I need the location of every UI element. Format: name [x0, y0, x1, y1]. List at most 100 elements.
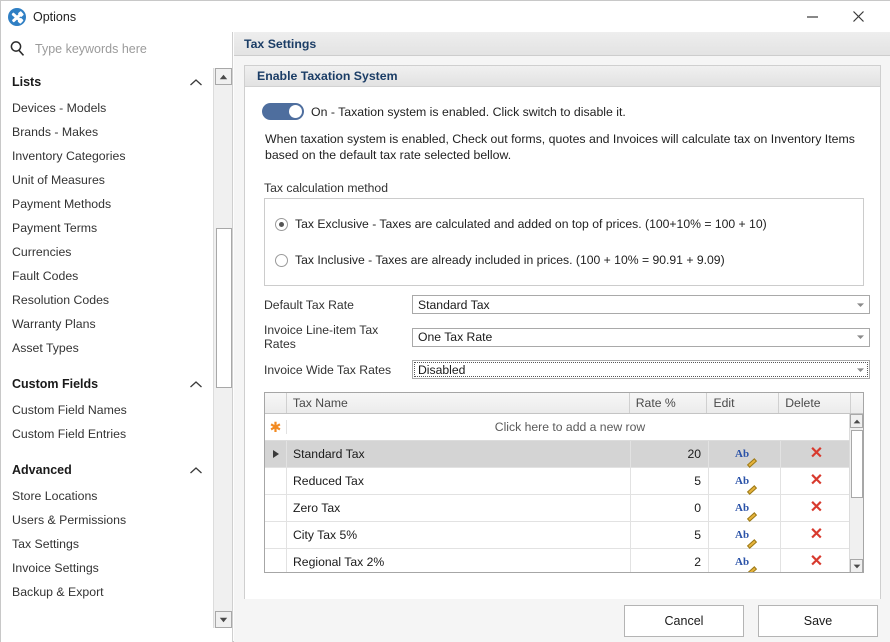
- rename-icon[interactable]: Ab: [709, 467, 781, 495]
- sidebar: Lists Devices - Models Brands - Makes In…: [1, 32, 233, 642]
- sidebar-group-label: Custom Fields: [12, 377, 99, 391]
- sidebar-item-label: Unit of Measures: [12, 173, 105, 187]
- sidebar-item-label: Brands - Makes: [12, 125, 99, 139]
- chevron-up-icon[interactable]: [189, 78, 203, 87]
- sidebar-item-label: Payment Methods: [12, 197, 112, 211]
- search-input[interactable]: [35, 41, 205, 56]
- chevron-up-icon[interactable]: [189, 466, 203, 475]
- table-row[interactable]: Regional Tax 2% 2 Ab ✕: [265, 548, 863, 572]
- cell-rate: 20: [631, 440, 709, 468]
- grid-header-end: [851, 393, 863, 413]
- dropdown-value: Disabled: [418, 362, 466, 377]
- close-button[interactable]: [835, 1, 881, 32]
- table-row[interactable]: Standard Tax 20 Ab ✕: [265, 440, 863, 468]
- cancel-button[interactable]: Cancel: [624, 605, 744, 637]
- table-row[interactable]: City Tax 5% 5 Ab ✕: [265, 521, 863, 549]
- sidebar-item-tax-settings[interactable]: Tax Settings: [1, 532, 213, 556]
- radio-row-tax-inclusive[interactable]: Tax Inclusive - Taxes are already includ…: [265, 253, 863, 267]
- dropdown-row-invoice-line-item-tax-rates: Invoice Line-item Tax Rates One Tax Rate: [264, 323, 880, 351]
- grid-scroll-thumb[interactable]: [851, 430, 863, 498]
- sidebar-item-unit-of-measures[interactable]: Unit of Measures: [1, 168, 213, 192]
- delete-x-icon[interactable]: ✕: [781, 548, 853, 572]
- save-button[interactable]: Save: [758, 605, 878, 637]
- sidebar-item-store-locations[interactable]: Store Locations: [1, 484, 213, 508]
- sidebar-item-users-permissions[interactable]: Users & Permissions: [1, 508, 213, 532]
- toggle-knob: [289, 105, 302, 118]
- sidebar-item-payment-terms[interactable]: Payment Terms: [1, 216, 213, 240]
- sidebar-group-custom-fields[interactable]: Custom Fields: [1, 370, 213, 398]
- taxation-toggle[interactable]: [262, 103, 304, 120]
- scroll-up-icon[interactable]: [215, 68, 232, 85]
- scroll-up-icon[interactable]: [850, 414, 863, 428]
- grid-header-indicator: [265, 393, 287, 413]
- delete-x-icon[interactable]: ✕: [781, 440, 853, 468]
- sidebar-item-custom-field-entries[interactable]: Custom Field Entries: [1, 422, 213, 446]
- taxation-toggle-label: On - Taxation system is enabled. Click s…: [311, 104, 626, 119]
- invoice-wide-tax-rates-dropdown[interactable]: Disabled: [412, 360, 870, 379]
- delete-x-icon[interactable]: ✕: [781, 521, 853, 549]
- grid-scrollbar[interactable]: [849, 414, 863, 572]
- chevron-down-icon[interactable]: [852, 361, 869, 378]
- tax-rates-grid: Tax Name Rate % Edit Delete ✱ Click here…: [264, 392, 864, 573]
- main-panel: Tax Settings Enable Taxation System On -…: [234, 32, 890, 642]
- taxation-description: When taxation system is enabled, Check o…: [265, 132, 855, 162]
- sidebar-item-label: Backup & Export: [12, 585, 104, 599]
- rename-icon[interactable]: Ab: [709, 521, 781, 549]
- sidebar-scroll-thumb[interactable]: [216, 228, 232, 388]
- cell-tax-name: City Tax 5%: [287, 521, 631, 549]
- sidebar-nav: Lists Devices - Models Brands - Makes In…: [1, 68, 213, 604]
- chevron-up-icon[interactable]: [189, 380, 203, 389]
- search-row: [1, 32, 213, 65]
- grid-new-row[interactable]: ✱ Click here to add a new row: [265, 414, 863, 441]
- radio-row-tax-exclusive[interactable]: Tax Exclusive - Taxes are calculated and…: [265, 217, 863, 231]
- sidebar-item-currencies[interactable]: Currencies: [1, 240, 213, 264]
- sidebar-item-backup-export[interactable]: Backup & Export: [1, 580, 213, 604]
- settings-content: Enable Taxation System On - Taxation sys…: [244, 65, 881, 603]
- row-indicator: [265, 494, 287, 522]
- rename-icon[interactable]: Ab: [709, 440, 781, 468]
- radio-tax-exclusive[interactable]: [275, 217, 288, 231]
- sidebar-group-advanced[interactable]: Advanced: [1, 456, 213, 484]
- sidebar-item-resolution-codes[interactable]: Resolution Codes: [1, 288, 213, 312]
- asterisk-icon: ✱: [265, 420, 287, 434]
- delete-x-icon[interactable]: ✕: [781, 494, 853, 522]
- grid-header-rate[interactable]: Rate %: [630, 393, 708, 413]
- delete-x-icon[interactable]: ✕: [781, 467, 853, 495]
- sidebar-item-invoice-settings[interactable]: Invoice Settings: [1, 556, 213, 580]
- sidebar-item-brands-makes[interactable]: Brands - Makes: [1, 120, 213, 144]
- sidebar-item-fault-codes[interactable]: Fault Codes: [1, 264, 213, 288]
- sidebar-item-asset-types[interactable]: Asset Types: [1, 336, 213, 360]
- grid-header-edit[interactable]: Edit: [707, 393, 780, 413]
- sidebar-item-warranty-plans[interactable]: Warranty Plans: [1, 312, 213, 336]
- options-window: Options Lists Devices -: [0, 0, 890, 642]
- sidebar-item-custom-field-names[interactable]: Custom Field Names: [1, 398, 213, 422]
- rename-icon[interactable]: Ab: [709, 548, 781, 572]
- grid-header-delete[interactable]: Delete: [779, 393, 852, 413]
- sidebar-scrollbar[interactable]: [213, 68, 232, 628]
- minimize-button[interactable]: [789, 1, 835, 32]
- cell-tax-name: Regional Tax 2%: [287, 548, 631, 572]
- invoice-line-item-tax-rates-dropdown[interactable]: One Tax Rate: [412, 327, 870, 347]
- sidebar-group-lists[interactable]: Lists: [1, 68, 213, 96]
- dropdown-label: Invoice Line-item Tax Rates: [264, 323, 379, 351]
- chevron-down-icon[interactable]: [852, 329, 869, 346]
- chevron-down-icon[interactable]: [852, 296, 869, 313]
- group-header-enable-taxation: Enable Taxation System: [245, 66, 880, 87]
- default-tax-rate-dropdown[interactable]: Standard Tax: [412, 295, 870, 314]
- radio-label: Tax Inclusive - Taxes are already includ…: [295, 253, 725, 267]
- page-title: Tax Settings: [234, 32, 890, 56]
- radio-tax-inclusive[interactable]: [275, 253, 288, 267]
- sidebar-item-devices-models[interactable]: Devices - Models: [1, 96, 213, 120]
- scroll-down-icon[interactable]: [850, 559, 863, 572]
- rename-icon[interactable]: Ab: [709, 494, 781, 522]
- sidebar-item-payment-methods[interactable]: Payment Methods: [1, 192, 213, 216]
- tools-icon: [8, 7, 26, 26]
- scroll-down-icon[interactable]: [215, 611, 232, 628]
- sidebar-item-inventory-categories[interactable]: Inventory Categories: [1, 144, 213, 168]
- cell-tax-name: Standard Tax: [287, 440, 631, 468]
- cell-tax-name: Zero Tax: [287, 494, 631, 522]
- grid-header-tax-name[interactable]: Tax Name: [287, 393, 630, 413]
- table-row[interactable]: Zero Tax 0 Ab ✕: [265, 494, 863, 522]
- taxation-toggle-row: On - Taxation system is enabled. Click s…: [262, 103, 880, 120]
- table-row[interactable]: Reduced Tax 5 Ab ✕: [265, 467, 863, 495]
